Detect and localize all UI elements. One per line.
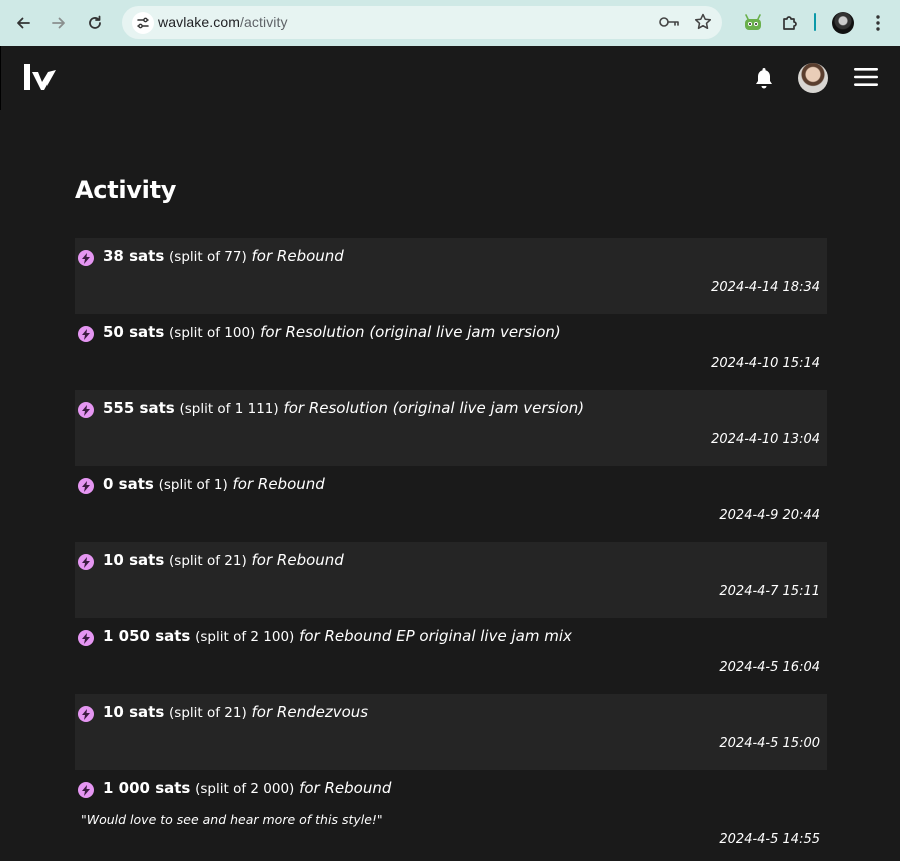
split-info: (split of 1)	[158, 477, 228, 493]
sats-amount: 1 000 sats	[103, 779, 191, 797]
password-key-icon[interactable]	[658, 13, 680, 36]
activity-item: 50 sats (split of 100) for Resolution (o…	[75, 314, 827, 390]
track-link[interactable]: for Resolution (original live jam versio…	[283, 399, 584, 417]
url-text[interactable]: wavlake.com/activity	[158, 14, 288, 30]
lightning-bolt-icon	[78, 554, 94, 570]
split-info: (split of 1 111)	[179, 401, 279, 417]
wavlake-logo[interactable]	[22, 62, 60, 97]
activity-item: 0 sats (split of 1) for Rebound 2024-4-9…	[75, 466, 827, 542]
address-bar[interactable]: wavlake.com/activity	[122, 6, 722, 39]
site-settings-icon[interactable]	[132, 12, 154, 34]
activity-item: 1 050 sats (split of 2 100) for Rebound …	[75, 618, 827, 694]
back-arrow-icon[interactable]	[11, 11, 35, 35]
activity-date: 2024-4-9 20:44	[719, 508, 820, 523]
track-link[interactable]: for Rendezvous	[252, 703, 369, 721]
toolbar-divider	[814, 13, 816, 31]
app-header	[0, 46, 900, 110]
split-info: (split of 2 000)	[195, 781, 295, 797]
page-title: Activity	[75, 176, 177, 204]
split-info: (split of 100)	[169, 325, 256, 341]
activity-date: 2024-4-10 13:04	[711, 432, 820, 447]
sats-amount: 0 sats	[103, 475, 154, 493]
split-info: (split of 21)	[169, 705, 247, 721]
track-link[interactable]: for Rebound EP original live jam mix	[299, 627, 572, 645]
bookmark-star-icon[interactable]	[693, 12, 713, 37]
profile-avatar-icon[interactable]	[831, 11, 855, 35]
lightning-bolt-icon	[78, 630, 94, 646]
activity-item: 1 000 sats (split of 2 000) for Rebound …	[75, 770, 827, 847]
sats-amount: 1 050 sats	[103, 627, 191, 645]
browser-toolbar: wavlake.com/activity	[0, 0, 900, 46]
url-path: /activity	[240, 14, 288, 30]
sats-amount: 10 sats	[103, 551, 165, 569]
track-link[interactable]: for Rebound	[252, 247, 344, 265]
track-link[interactable]: for Rebound	[299, 779, 391, 797]
activity-date: 2024-4-5 14:55	[719, 832, 820, 847]
url-host: wavlake.com	[158, 14, 241, 30]
activity-date: 2024-4-5 15:00	[719, 736, 820, 751]
track-link[interactable]: for Rebound	[233, 475, 325, 493]
activity-date: 2024-4-14 18:34	[711, 280, 820, 295]
lightning-bolt-icon	[78, 326, 94, 342]
sats-amount: 555 sats	[103, 399, 175, 417]
activity-item: 38 sats (split of 77) for Rebound 2024-4…	[75, 238, 827, 314]
activity-date: 2024-4-5 16:04	[719, 660, 820, 675]
hamburger-menu-icon[interactable]	[854, 67, 878, 92]
track-link[interactable]: for Resolution (original live jam versio…	[260, 323, 561, 341]
split-info: (split of 21)	[169, 553, 247, 569]
extension-robot-icon[interactable]	[741, 11, 765, 35]
browser-menu-icon[interactable]	[866, 11, 890, 35]
activity-item: 10 sats (split of 21) for Rebound 2024-4…	[75, 542, 827, 618]
lightning-bolt-icon	[78, 402, 94, 418]
forward-arrow-icon[interactable]	[47, 11, 71, 35]
activity-item: 10 sats (split of 21) for Rendezvous 202…	[75, 694, 827, 770]
sats-amount: 10 sats	[103, 703, 165, 721]
reload-icon[interactable]	[83, 11, 107, 35]
split-info: (split of 2 100)	[195, 629, 295, 645]
lightning-bolt-icon	[78, 706, 94, 722]
bell-icon[interactable]	[753, 66, 775, 95]
activity-item: 555 sats (split of 1 111) for Resolution…	[75, 390, 827, 466]
split-info: (split of 77)	[169, 249, 247, 265]
user-avatar[interactable]	[798, 63, 828, 93]
activity-comment: "Would love to see and hear more of this…	[81, 812, 383, 827]
track-link[interactable]: for Rebound	[252, 551, 344, 569]
sats-amount: 50 sats	[103, 323, 165, 341]
extensions-puzzle-icon[interactable]	[778, 11, 802, 35]
activity-date: 2024-4-7 15:11	[719, 584, 820, 599]
activity-date: 2024-4-10 15:14	[711, 356, 820, 371]
activity-list: 38 sats (split of 77) for Rebound 2024-4…	[75, 238, 827, 847]
lightning-bolt-icon	[78, 782, 94, 798]
lightning-bolt-icon	[78, 478, 94, 494]
sats-amount: 38 sats	[103, 247, 165, 265]
lightning-bolt-icon	[78, 250, 94, 266]
